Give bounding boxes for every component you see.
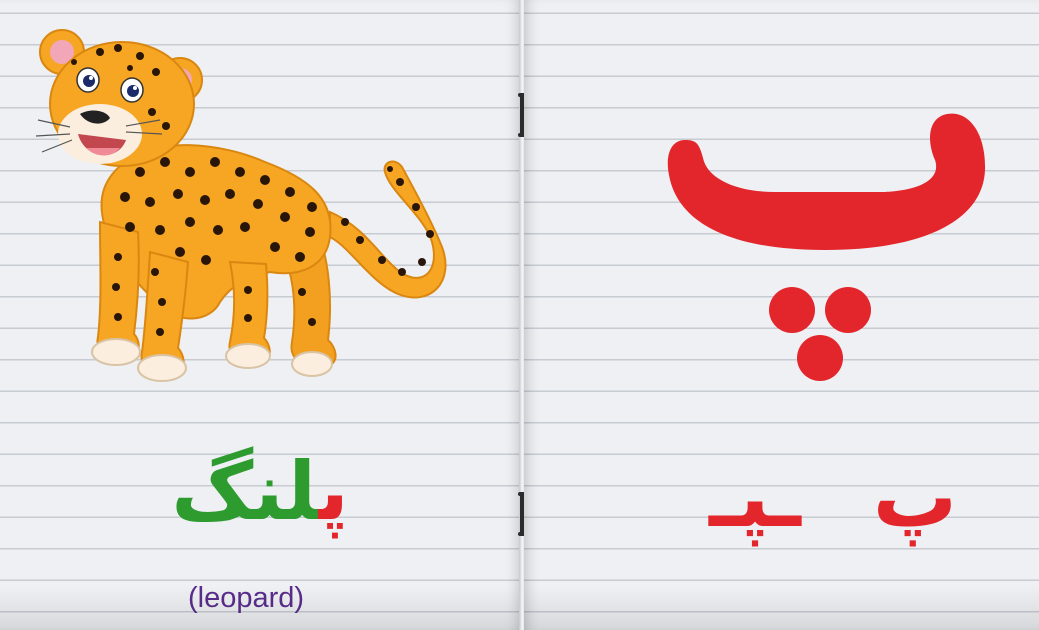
leopard-icon: [35, 29, 447, 382]
big-letter-pe: پ: [667, 113, 986, 381]
letter-form-medial: ـپـ: [709, 448, 801, 546]
left-page: پلنگ (leopard): [0, 0, 521, 630]
word-leopard: پلنگ: [140, 432, 380, 552]
page-bottom-shadow-right: [524, 586, 1039, 630]
page-bottom-shadow: [0, 586, 521, 630]
word-first-letter: پ: [318, 445, 349, 538]
alphabet-book: پلنگ (leopard) پ پ ـپـ: [0, 0, 1039, 630]
letter-form-isolated: پ: [872, 448, 958, 546]
word-remaining-letters: لنگ: [171, 445, 319, 538]
